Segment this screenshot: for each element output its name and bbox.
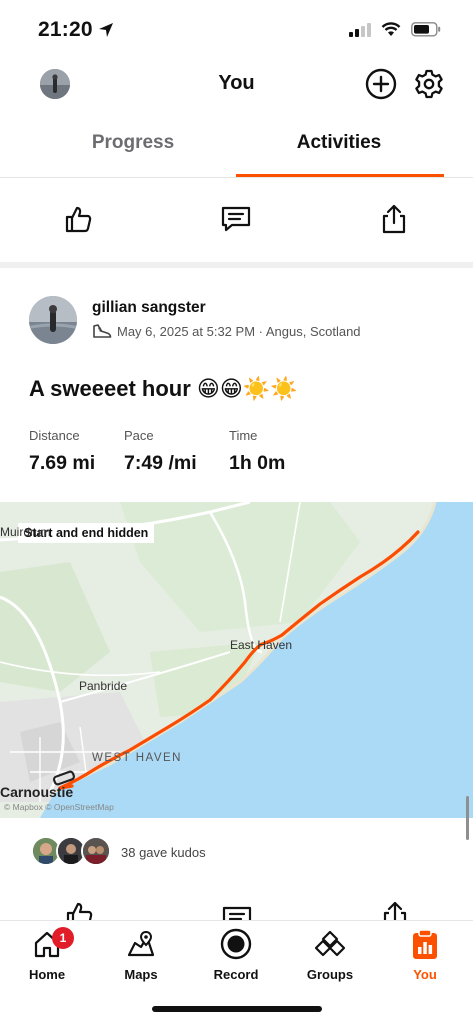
comment-icon <box>221 206 251 232</box>
settings-button[interactable] <box>413 68 445 100</box>
maps-icon <box>127 930 155 957</box>
athlete-name[interactable]: gillian sangster <box>92 299 206 317</box>
share-icon[interactable] <box>380 900 410 920</box>
page-title: You <box>218 72 255 94</box>
active-tab-indicator <box>236 174 444 177</box>
notification-badge: 1 <box>52 927 74 949</box>
tabbar-label: Maps <box>124 967 158 982</box>
record-icon <box>220 928 252 960</box>
status-bar: 21:20 <box>0 0 473 60</box>
home-indicator[interactable] <box>152 1006 322 1012</box>
activity-title[interactable]: A sweeeet hour 😁😁☀️☀️ <box>29 376 298 402</box>
stat-value: 1h 0m <box>229 452 286 474</box>
tab-activities[interactable]: Activities <box>236 132 442 154</box>
kudos-row[interactable]: 38 gave kudos <box>0 820 473 880</box>
groups-icon <box>314 930 346 957</box>
tabbar-label: Home <box>28 967 66 982</box>
stat-value: 7:49 /mi <box>124 452 197 474</box>
activity-actions-bottom <box>0 896 473 920</box>
activity-date-location: May 6, 2025 at 5:32 PM · Angus, Scotland <box>117 324 361 339</box>
stat-distance: Distance 7.69 mi <box>29 428 95 475</box>
tabbar-label: You <box>413 967 437 982</box>
map-place-label: Panbride <box>79 679 128 693</box>
kudos-avatar <box>81 836 111 866</box>
status-icons <box>349 22 441 37</box>
add-button[interactable] <box>365 68 397 100</box>
map-place-label: WEST HAVEN <box>92 752 182 764</box>
status-time: 21:20 <box>38 18 93 41</box>
kudos-button[interactable] <box>61 202 95 236</box>
stat-label: Pace <box>124 428 154 443</box>
map-place-label: Carnoustie <box>0 784 74 800</box>
cellular-signal-icon <box>349 22 371 37</box>
plus-circle-icon <box>365 68 397 100</box>
map-graphic <box>0 502 473 818</box>
stat-label: Time <box>229 428 258 443</box>
you-icon <box>413 929 437 959</box>
gear-icon <box>415 69 443 99</box>
stat-value: 7.69 mi <box>29 452 96 474</box>
map-attribution[interactable]: © Mapbox © OpenStreetMap <box>4 802 114 812</box>
activity-map[interactable]: Start and end hidden Muirdrum East Haven… <box>0 502 473 818</box>
tabbar-groups[interactable]: Groups <box>290 927 370 982</box>
comment-icon[interactable] <box>221 904 253 920</box>
section-divider <box>0 262 473 268</box>
tabbar-maps[interactable]: Maps <box>101 927 181 982</box>
map-place-label: Muirdrum <box>0 525 51 539</box>
tabbar-record[interactable]: Record <box>196 927 276 982</box>
share-icon <box>382 204 406 234</box>
stat-pace: Pace 7:49 /mi <box>124 428 197 475</box>
tabbar-label: Groups <box>306 967 354 982</box>
location-arrow-icon <box>99 23 113 37</box>
stat-time: Time 1h 0m <box>229 428 285 475</box>
running-shoe-icon <box>93 324 112 338</box>
activity-actions-top <box>0 182 473 260</box>
tabbar-label: Record <box>213 967 259 982</box>
stat-label: Distance <box>29 428 80 443</box>
tabbar-you[interactable]: You <box>385 927 465 982</box>
comment-button[interactable] <box>219 202 253 236</box>
thumbs-up-icon <box>65 206 92 233</box>
tabbar-home[interactable]: 1 Home <box>7 927 87 982</box>
wifi-icon <box>381 22 401 36</box>
kudos-count[interactable]: 38 gave kudos <box>121 845 206 860</box>
share-button[interactable] <box>377 202 411 236</box>
top-navigation-bar: You <box>0 60 473 108</box>
tab-progress[interactable]: Progress <box>30 132 236 154</box>
battery-icon <box>411 22 441 37</box>
thumbs-up-icon[interactable] <box>64 900 94 920</box>
segment-tabs: Progress Activities <box>0 118 473 178</box>
map-place-label: East Haven <box>230 638 293 652</box>
athlete-avatar[interactable] <box>29 296 77 344</box>
